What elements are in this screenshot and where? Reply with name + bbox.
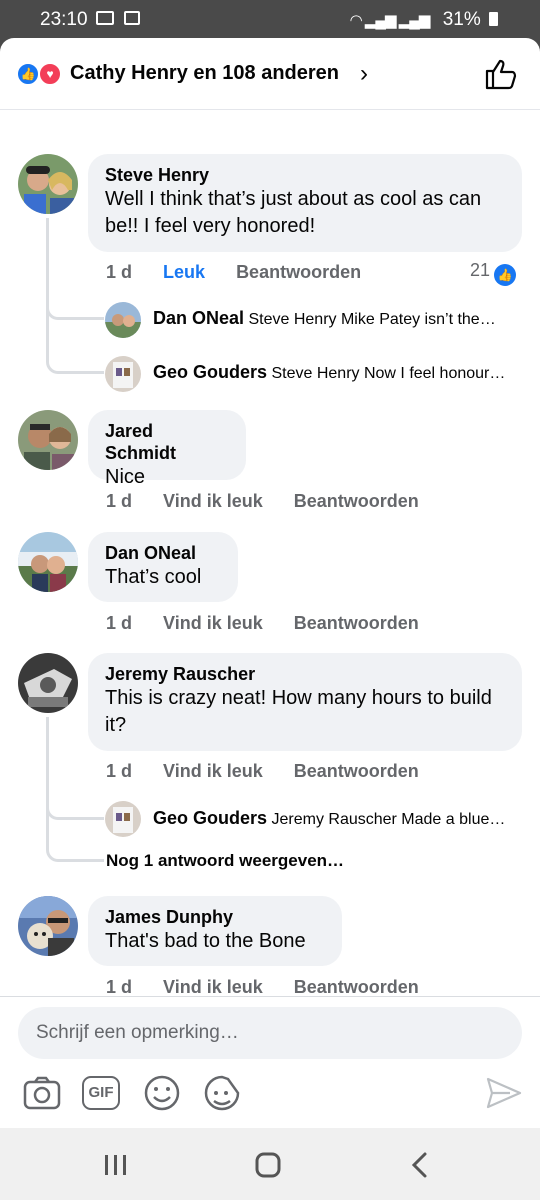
thread-connector [46, 810, 104, 862]
avatar[interactable] [18, 410, 78, 470]
comment-list[interactable]: Steve Henry Well I think that’s just abo… [0, 110, 540, 996]
signal-icon: ◠ ▂▄▆ ▂▄▆ [349, 12, 431, 29]
comment-actions: 1 d Vind ik leuk Beantwoorden [106, 761, 445, 782]
battery-text: 31% [442, 9, 481, 30]
reply-text: Steve Henry Now I feel honour… [271, 365, 506, 382]
status-right: ◠ ▂▄▆ ▂▄▆ 31% [350, 9, 498, 31]
avatar[interactable] [18, 653, 78, 713]
like-button[interactable]: Leuk [163, 262, 205, 282]
like-count[interactable]: 21 👍 [470, 260, 517, 286]
reply-item[interactable]: Dan ONeal Steve Henry Mike Patey isn’t t… [153, 308, 496, 344]
comment-actions: 1 d Vind ik leuk Beantwoorden [106, 491, 445, 512]
like-button[interactable]: Vind ik leuk [163, 761, 263, 781]
reply-button[interactable]: Beantwoorden [294, 977, 419, 996]
comments-sheet: 👍 ♥ Cathy Henry en 108 anderen › Steve H… [0, 38, 540, 1128]
comment-bubble[interactable]: Jared Schmidt Nice [88, 410, 246, 488]
battery-icon [489, 12, 498, 26]
comment-text: Nice [105, 466, 146, 488]
reply-button[interactable]: Beantwoorden [294, 761, 419, 781]
comment-bubble[interactable]: Jeremy Rauscher This is crazy neat! How … [88, 653, 522, 751]
comment-text: That's bad to the Bone [105, 930, 306, 952]
view-more-replies-link[interactable]: Nog 1 antwoord weergeven… [106, 851, 344, 871]
sticker-icon[interactable] [202, 1073, 242, 1113]
like-count-number: 21 [470, 260, 491, 280]
reply-button[interactable]: Beantwoorden [294, 613, 419, 633]
reply-item[interactable]: Geo Gouders Steve Henry Now I feel honou… [153, 362, 505, 398]
reply-author[interactable]: Geo Gouders [153, 808, 267, 828]
like-icon: 👍 [494, 264, 517, 286]
emoji-icon[interactable] [142, 1073, 182, 1113]
reply-avatar[interactable] [105, 801, 141, 837]
comment-author[interactable]: Jeremy Rauscher [105, 663, 504, 685]
comment-author[interactable]: Dan ONeal [105, 542, 220, 564]
reply-author[interactable]: Geo Gouders [153, 362, 267, 382]
comment-text: Well I think that’s just about as cool a… [105, 188, 482, 237]
comment-time: 1 d [106, 977, 133, 996]
avatar[interactable] [18, 896, 78, 956]
home-icon[interactable] [248, 1148, 288, 1182]
reply-author[interactable]: Dan ONeal [153, 308, 244, 328]
comment-author[interactable]: Steve Henry [105, 164, 504, 186]
comment-bubble[interactable]: Steve Henry Well I think that’s just abo… [88, 154, 522, 252]
reply-avatar[interactable] [105, 302, 141, 338]
mail-icon [96, 11, 114, 25]
system-nav-bar [0, 1128, 540, 1200]
reply-text: Steve Henry Mike Patey isn’t the… [248, 311, 496, 328]
comment-actions: 1 d Vind ik leuk Beantwoorden [106, 977, 445, 996]
recent-apps-icon[interactable] [96, 1148, 136, 1182]
comment-input[interactable] [18, 1007, 522, 1059]
comment-author[interactable]: James Dunphy [105, 906, 324, 928]
thread-connector [46, 310, 104, 374]
gif-icon[interactable]: GIF [82, 1076, 120, 1110]
reactions-summary[interactable]: Cathy Henry en 108 anderen [70, 62, 339, 85]
comment-actions: 1 d Vind ik leuk Beantwoorden [106, 613, 445, 634]
comment-bubble[interactable]: James Dunphy That's bad to the Bone [88, 896, 342, 966]
reply-avatar[interactable] [105, 356, 141, 392]
like-button-icon[interactable] [484, 58, 518, 90]
like-reaction-icon: 👍 [16, 62, 40, 86]
comment-time: 1 d [106, 613, 133, 633]
avatar[interactable] [18, 154, 78, 214]
status-time: 23:10 [40, 9, 88, 30]
send-icon[interactable] [484, 1073, 524, 1113]
reactions-header[interactable]: 👍 ♥ Cathy Henry en 108 anderen › [0, 38, 540, 110]
comment-bubble[interactable]: Dan ONeal That’s cool [88, 532, 238, 602]
image-icon [124, 11, 141, 25]
comment-time: 1 d [106, 761, 133, 781]
back-icon[interactable] [400, 1148, 440, 1182]
like-button[interactable]: Vind ik leuk [163, 613, 263, 633]
comment-author[interactable]: Jared Schmidt [105, 420, 228, 464]
comment-time: 1 d [106, 491, 133, 511]
chevron-right-icon[interactable]: › [360, 60, 368, 88]
reply-button[interactable]: Beantwoorden [294, 491, 419, 511]
camera-icon[interactable] [22, 1073, 62, 1113]
comment-time: 1 d [106, 262, 133, 282]
reply-button[interactable]: Beantwoorden [236, 262, 361, 282]
like-button[interactable]: Vind ik leuk [163, 491, 263, 511]
comment-actions: 1 d Leuk Beantwoorden [106, 262, 387, 283]
reply-text: Jeremy Rauscher Made a blue… [271, 811, 506, 828]
comment-composer: GIF [0, 996, 540, 1128]
notification-icons [96, 11, 141, 30]
comment-text: This is crazy neat! How many hours to bu… [105, 687, 492, 736]
love-reaction-icon: ♥ [38, 62, 62, 86]
like-button[interactable]: Vind ik leuk [163, 977, 263, 996]
comment-text: That’s cool [105, 566, 202, 588]
status-bar: 23:10 ◠ ▂▄▆ ▂▄▆ 31% [0, 0, 540, 38]
reply-item[interactable]: Geo Gouders Jeremy Rauscher Made a blue… [153, 808, 505, 844]
avatar[interactable] [18, 532, 78, 592]
